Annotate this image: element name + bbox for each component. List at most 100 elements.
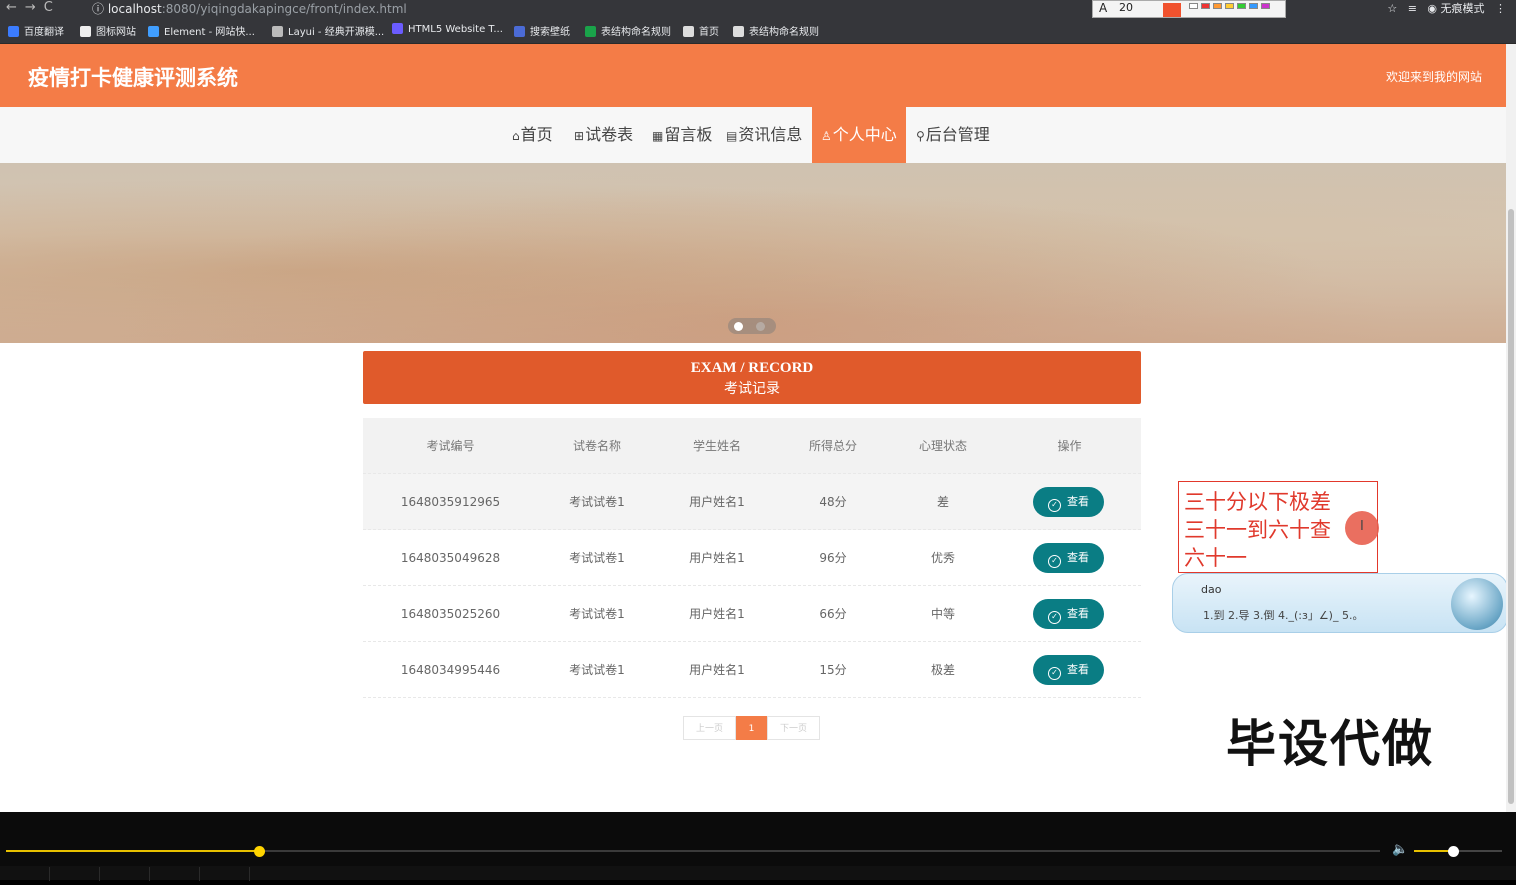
site-header: 疫情打卡健康评测系统 欢迎来到我的网站 xyxy=(0,44,1506,107)
view-button[interactable]: ✓ 查看 xyxy=(1033,599,1104,629)
nav-label: 后台管理 xyxy=(925,125,990,144)
bookmark-item[interactable]: 搜索壁纸 xyxy=(514,23,570,38)
shield-check-icon: ✓ xyxy=(1048,499,1061,512)
url-path: :8080/yiqingdakapingce/front/index.html xyxy=(161,2,407,16)
banner-carousel xyxy=(0,163,1506,343)
incognito-label: 无痕模式 xyxy=(1440,2,1485,15)
nav-item[interactable]: ⌂首页 xyxy=(508,107,557,163)
table-cell: 1648034995446 xyxy=(400,663,501,677)
ime-candidates[interactable]: 1.到 2.导 3.倒 4._(:з」∠)_ 5.。 xyxy=(1203,607,1363,623)
color-swatch[interactable] xyxy=(1189,3,1198,9)
bookmark-favicon-icon xyxy=(683,26,694,37)
carousel-dot-active[interactable] xyxy=(734,322,743,331)
carousel-indicators[interactable] xyxy=(728,318,776,334)
progress-track[interactable] xyxy=(6,850,1380,852)
bookmark-favicon-icon xyxy=(585,26,596,37)
shield-check-icon: ✓ xyxy=(1048,555,1061,568)
address-bar[interactable]: ⓘ localhost:8080/yiqingdakapingce/front/… xyxy=(92,0,407,17)
column-header: 考试编号 xyxy=(426,439,475,453)
bookmark-favicon-icon xyxy=(392,23,403,34)
nav-icon: ♙ xyxy=(821,129,832,143)
browser-right-controls[interactable]: ☆ ≡ ◉ 无痕模式 ⋮ xyxy=(1387,0,1506,16)
volume-knob[interactable] xyxy=(1448,846,1459,857)
nav-item[interactable]: ⊞试卷表 xyxy=(570,107,637,163)
color-swatch[interactable] xyxy=(1249,3,1258,9)
color-swatch[interactable] xyxy=(1201,3,1210,9)
view-button-label: 查看 xyxy=(1067,495,1089,508)
main-nav: ⌂首页 ⊞试卷表 ▦留言板 ▤资讯信息 ♙个人中心 ⚲后台管理 xyxy=(0,107,1506,163)
table-header-row: 考试编号 试卷名称 学生姓名 所得总分 心理状态 操作 xyxy=(363,418,1141,474)
table-row: 1648035025260 考试试卷1 用户姓名1 66分 中等 ✓ 查看 xyxy=(363,586,1141,642)
player-bottom-strip xyxy=(0,866,1516,881)
view-button-label: 查看 xyxy=(1067,663,1089,676)
bookmark-item[interactable]: Element - 网站快... xyxy=(148,23,255,38)
nav-icon: ⌂ xyxy=(512,129,520,143)
table-cell: 1648035912965 xyxy=(400,495,501,509)
bookmark-label: HTML5 Website T... xyxy=(408,24,503,35)
bookmark-item[interactable]: Layui - 经典开源模... xyxy=(272,23,384,38)
view-button[interactable]: ✓ 查看 xyxy=(1033,655,1104,685)
bookmark-label: 表结构命名规则 xyxy=(749,27,819,38)
view-button[interactable]: ✓ 查看 xyxy=(1033,543,1104,573)
text-size-icon: A xyxy=(1099,1,1108,15)
bookmark-label: Element - 网站快... xyxy=(164,27,255,38)
nav-item[interactable]: ▦留言板 xyxy=(648,107,716,163)
table-cell: 用户姓名1 xyxy=(689,663,745,677)
exam-record-table: 考试编号 试卷名称 学生姓名 所得总分 心理状态 操作 1648035912965 考试试卷1… xyxy=(363,418,1141,698)
video-player-bar: 🔈 xyxy=(0,812,1516,881)
table-cell: 96分 xyxy=(819,551,847,565)
bookmark-item[interactable]: HTML5 Website T... xyxy=(392,23,503,35)
page-scrollbar[interactable] xyxy=(1506,44,1516,812)
selected-color-swatch[interactable] xyxy=(1163,3,1181,17)
bookmark-item[interactable]: 表结构命名规则 xyxy=(733,23,819,38)
nav-item[interactable]: ▤资讯信息 xyxy=(722,107,806,163)
color-swatch[interactable] xyxy=(1261,3,1270,9)
color-picker-toolbar[interactable]: A 20 xyxy=(1092,0,1286,18)
table-cell: 1648035049628 xyxy=(400,551,501,565)
nav-icon: ▦ xyxy=(652,129,664,143)
prev-page-button[interactable]: 上一页 xyxy=(683,716,736,740)
bookmark-favicon-icon xyxy=(514,26,525,37)
table-cell: 考试试卷1 xyxy=(569,663,625,677)
nav-label: 首页 xyxy=(520,125,553,144)
next-page-button[interactable]: 下一页 xyxy=(767,716,820,740)
shield-check-icon: ✓ xyxy=(1048,667,1061,680)
bookmark-favicon-icon xyxy=(148,26,159,37)
bookmark-item[interactable]: 百度翻译 xyxy=(8,23,64,38)
bookmark-label: 图标网站 xyxy=(96,27,136,38)
color-swatch[interactable] xyxy=(1237,3,1246,9)
table-cell: 15分 xyxy=(819,663,847,677)
font-size-value[interactable]: 20 xyxy=(1119,1,1133,14)
bookmark-label: 表结构命名规则 xyxy=(601,27,671,38)
color-swatch[interactable] xyxy=(1213,3,1222,9)
table-cell: 考试试卷1 xyxy=(569,495,625,509)
annotation-line: 三十分以下极差 xyxy=(1184,490,1331,514)
progress-knob[interactable] xyxy=(254,846,265,857)
nav-item[interactable]: ⚲后台管理 xyxy=(912,107,994,163)
carousel-dot[interactable] xyxy=(756,322,765,331)
ime-candidate-window[interactable]: dao 1.到 2.导 3.倒 4._(:з」∠)_ 5.。 xyxy=(1172,573,1506,633)
table-cell: 48分 xyxy=(819,495,847,509)
watermark-text: 毕设代做 xyxy=(1226,715,1434,773)
browser-nav-icons[interactable]: ←→C xyxy=(6,0,61,15)
view-button-label: 查看 xyxy=(1067,607,1089,620)
view-button[interactable]: ✓ 查看 xyxy=(1033,487,1104,517)
bookmark-item[interactable]: 首页 xyxy=(683,23,719,38)
scrollbar-thumb[interactable] xyxy=(1508,209,1514,804)
bookmark-item[interactable]: 图标网站 xyxy=(80,23,136,38)
table-cell: 考试试卷1 xyxy=(569,551,625,565)
color-swatch[interactable] xyxy=(1225,3,1234,9)
table-row: 1648035912965 考试试卷1 用户姓名1 48分 差 ✓ 查看 xyxy=(363,474,1141,530)
browser-toolbar: ←→C ⓘ localhost:8080/yiqingdakapingce/fr… xyxy=(0,0,1516,18)
nav-label: 留言板 xyxy=(664,125,713,144)
bookmark-label: 百度翻译 xyxy=(24,27,64,38)
bookmark-item[interactable]: 表结构命名规则 xyxy=(585,23,671,38)
section-title-cn: 考试记录 xyxy=(724,381,780,397)
nav-label: 资讯信息 xyxy=(738,125,803,144)
ibeam-cursor-icon: I xyxy=(1360,519,1364,534)
bookmarks-bar: 百度翻译 图标网站 Element - 网站快... Layui - 经典开源模...… xyxy=(0,18,1516,44)
volume-icon[interactable]: 🔈 xyxy=(1392,842,1408,857)
nav-item[interactable]: ♙个人中心 xyxy=(812,107,906,163)
current-page-button[interactable]: 1 xyxy=(736,716,767,740)
table-cell: 1648035025260 xyxy=(400,607,501,621)
